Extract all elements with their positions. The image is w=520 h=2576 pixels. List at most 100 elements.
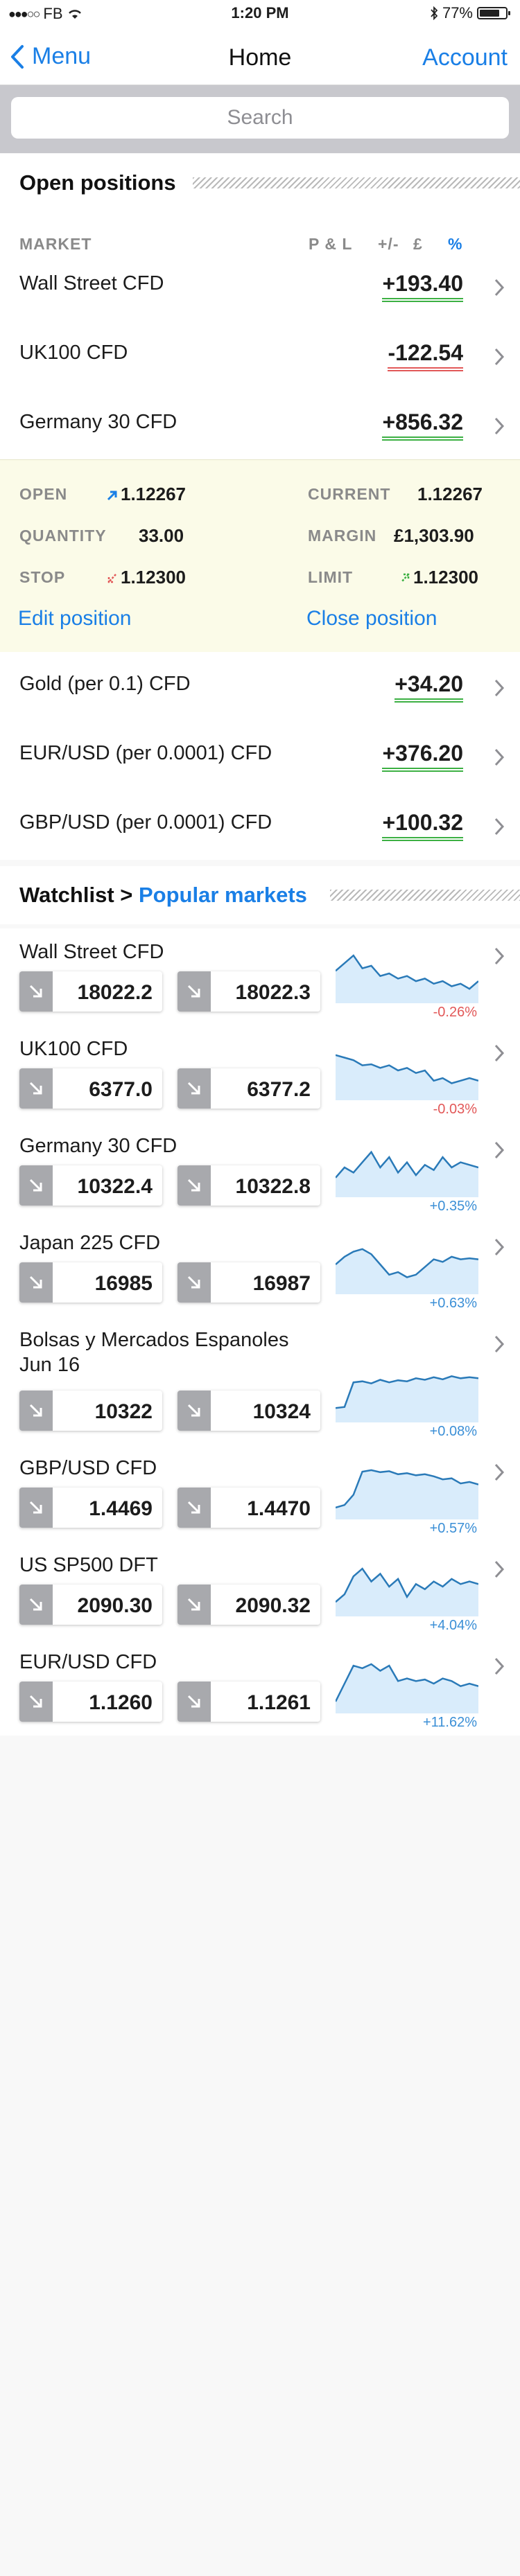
chevron-right-icon: [494, 1560, 505, 1578]
sell-price-button[interactable]: 2090.30: [19, 1585, 162, 1625]
close-position-button[interactable]: Close position: [306, 607, 437, 630]
position-pl: -122.54: [388, 340, 463, 371]
limit-value: 1.12300: [398, 567, 478, 588]
buy-price-button[interactable]: 1.1261: [177, 1682, 320, 1722]
market-name: Japan 225 CFD: [19, 1232, 161, 1254]
watchlist-row[interactable]: Bolsas y Mercados Espanoles Jun 16 10322 1…: [0, 1316, 520, 1445]
open-positions-header: Open positions: [0, 154, 520, 212]
change-percent: +4.04%: [429, 1618, 477, 1633]
watchlist-row[interactable]: GBP/USD CFD 1.4469 1.4470 +0.57%: [0, 1445, 520, 1542]
sell-price-button[interactable]: 1.4469: [19, 1488, 162, 1528]
battery-percent: 77%: [442, 4, 473, 21]
pound-toggle[interactable]: £: [413, 235, 423, 254]
position-name: Wall Street CFD: [19, 272, 164, 294]
watchlist-row[interactable]: US SP500 DFT 2090.30 2090.32 +4.04%: [0, 1542, 520, 1639]
watchlist-row[interactable]: Japan 225 CFD 16985 16987 +0.63%: [0, 1219, 520, 1316]
trade-arrow-icon: [19, 971, 53, 1012]
sell-price: 10322: [94, 1400, 153, 1423]
change-percent: -0.26%: [433, 1005, 477, 1020]
sell-price-button[interactable]: 16985: [19, 1262, 162, 1303]
trade-arrow-icon: [177, 1488, 211, 1528]
position-row[interactable]: GBP/USD (per 0.0001) CFD +100.32: [0, 791, 520, 860]
chevron-right-icon: [494, 1463, 505, 1481]
bluetooth-icon: [431, 6, 438, 20]
trade-arrow-icon: [177, 1391, 211, 1431]
buy-price-button[interactable]: 2090.32: [177, 1585, 320, 1625]
sparkline-area: [336, 1569, 478, 1616]
market-name: GBP/USD CFD: [19, 1457, 157, 1479]
navigation-bar: Menu Home Account: [0, 28, 520, 85]
popular-markets-link[interactable]: Popular markets: [139, 883, 307, 907]
position-row-expanded[interactable]: Germany 30 CFD +856.32: [0, 390, 520, 459]
trade-arrow-icon: [19, 1391, 53, 1431]
sparkline-chart: [336, 1469, 478, 1519]
sparkline-area: [336, 1470, 478, 1519]
open-positions-title: Open positions: [19, 170, 176, 195]
position-pl: +34.20: [395, 671, 463, 703]
sell-price-button[interactable]: 1.1260: [19, 1682, 162, 1722]
sparkline-chart: [336, 1567, 478, 1616]
header-hatch: [193, 177, 520, 188]
sparkline-chart: [336, 954, 478, 1003]
sell-price-button[interactable]: 10322.4: [19, 1165, 162, 1206]
change-percent: +0.57%: [429, 1521, 477, 1536]
sparkline-area: [336, 1249, 478, 1294]
change-percent: +11.62%: [422, 1715, 477, 1730]
position-row[interactable]: Gold (per 0.1) CFD +34.20: [0, 652, 520, 721]
trade-arrow-icon: [177, 1165, 211, 1206]
market-name: Germany 30 CFD: [19, 1135, 177, 1157]
sparkline-area: [336, 1152, 478, 1197]
buy-price-button[interactable]: 10324: [177, 1391, 320, 1431]
buy-price-button[interactable]: 6377.2: [177, 1068, 320, 1109]
chevron-right-icon: [494, 1238, 505, 1256]
watchlist-row[interactable]: UK100 CFD 6377.0 6377.2 -0.03%: [0, 1025, 520, 1122]
position-row[interactable]: Wall Street CFD +193.40: [0, 252, 520, 321]
market-name: Bolsas y Mercados Espanoles Jun 16: [19, 1329, 289, 1376]
trade-arrow-icon: [19, 1682, 53, 1722]
sell-price-button[interactable]: 18022.2: [19, 971, 162, 1012]
position-row[interactable]: UK100 CFD -122.54: [0, 321, 520, 390]
search-input[interactable]: Search: [11, 97, 509, 139]
sparkline-chart: [336, 1375, 478, 1422]
position-name: GBP/USD (per 0.0001) CFD: [19, 811, 272, 833]
buy-price: 10324: [252, 1400, 311, 1423]
percent-toggle[interactable]: %: [448, 235, 462, 254]
status-bar: ●●●○○ FB 1:20 PM 77%: [0, 0, 520, 28]
buy-price-button[interactable]: 16987: [177, 1262, 320, 1303]
edit-position-button[interactable]: Edit position: [18, 607, 131, 630]
position-pl: +193.40: [382, 271, 463, 302]
market-name: UK100 CFD: [19, 1038, 128, 1060]
sell-price-button[interactable]: 6377.0: [19, 1068, 162, 1109]
buy-price: 16987: [252, 1272, 311, 1295]
sparkline-chart: [336, 1248, 478, 1294]
status-right: 77%: [430, 4, 510, 22]
chevron-right-icon: [494, 1657, 505, 1675]
change-percent: +0.63%: [429, 1296, 477, 1311]
position-row[interactable]: EUR/USD (per 0.0001) CFD +376.20: [0, 721, 520, 791]
buy-price-button[interactable]: 10322.8: [177, 1165, 320, 1206]
trade-arrow-icon: [177, 971, 211, 1012]
sparkline-chart: [336, 1054, 478, 1100]
pl-column-label: P & L: [309, 235, 353, 253]
watchlist-row[interactable]: Germany 30 CFD 10322.4 10322.8 +0.35%: [0, 1122, 520, 1219]
chevron-right-icon: [494, 1044, 505, 1062]
sell-price: 16985: [94, 1272, 153, 1295]
plusminus-toggle[interactable]: +/-: [378, 235, 399, 254]
buy-price: 10322.8: [235, 1175, 311, 1198]
trade-arrow-icon: [19, 1165, 53, 1206]
watchlist-header: Watchlist > Popular markets: [0, 866, 520, 924]
sell-price-button[interactable]: 10322: [19, 1391, 162, 1431]
trade-arrow-icon: [177, 1068, 211, 1109]
watchlist-row[interactable]: Wall Street CFD 18022.2 18022.3 -0.26%: [0, 928, 520, 1025]
chevron-right-icon: [494, 818, 505, 836]
position-name: Germany 30 CFD: [19, 411, 177, 433]
watchlist-row[interactable]: EUR/USD CFD 1.1260 1.1261 +11.62%: [0, 1639, 520, 1736]
change-percent: -0.03%: [433, 1102, 477, 1117]
sell-price: 18022.2: [77, 981, 153, 1004]
account-button[interactable]: Account: [422, 44, 508, 71]
quantity-value: 33.00: [139, 525, 184, 546]
buy-price-button[interactable]: 18022.3: [177, 971, 320, 1012]
trade-arrow-icon: [177, 1262, 211, 1303]
trade-arrow-icon: [19, 1488, 53, 1528]
buy-price-button[interactable]: 1.4470: [177, 1488, 320, 1528]
